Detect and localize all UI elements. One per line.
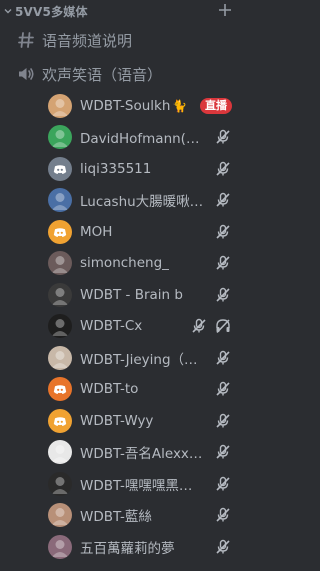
voice-user-name: WDBT-藍絲 <box>80 509 152 526</box>
voice-user-name: MOH <box>80 223 113 240</box>
avatar <box>48 503 72 528</box>
user-status-icons <box>214 248 232 279</box>
voice-user-name: DavidHofmann(喜… <box>80 131 204 148</box>
voice-user-name: WDBT-to <box>80 381 139 398</box>
voice-user-name: WDBT-Soulkh <box>80 97 171 114</box>
avatar <box>48 282 72 307</box>
avatar <box>48 156 72 181</box>
user-status-icons <box>214 468 232 499</box>
mute-icon <box>192 318 206 333</box>
user-status-icons <box>214 374 232 405</box>
mute-icon <box>216 381 230 396</box>
user-status-icons <box>214 500 232 531</box>
voice-user-name: 五百萬蘿莉的夢 <box>80 540 175 557</box>
voice-user-row[interactable]: WDBT-Soulkh 🐈 直播 <box>48 90 236 122</box>
user-status-icons <box>214 405 232 436</box>
voice-user-name: WDBT-Cx <box>80 318 143 335</box>
voice-user-name: WDBT-Jieying（一… <box>80 351 204 368</box>
mute-icon <box>216 413 230 428</box>
mute-icon <box>216 129 230 144</box>
avatar <box>48 471 72 496</box>
avatar <box>48 314 72 339</box>
mute-icon <box>216 539 230 554</box>
live-badge: 直播 <box>200 97 232 114</box>
avatar <box>48 377 72 402</box>
voice-user-row[interactable]: WDBT-吾名Alexx鑽… <box>48 437 236 469</box>
speaker-icon <box>19 68 34 80</box>
user-status-icons <box>214 216 232 247</box>
avatar <box>48 345 72 370</box>
voice-channel[interactable]: 欢声笑语（语音） <box>8 58 236 90</box>
voice-user-row[interactable]: WDBT-嘿嘿嘿黑人-… <box>48 468 236 500</box>
voice-user-name: WDBT-Wyy <box>80 412 154 429</box>
avatar <box>48 251 72 276</box>
add-channel-icon[interactable] <box>217 2 233 18</box>
avatar <box>48 408 72 433</box>
avatar <box>48 188 72 213</box>
avatar <box>48 440 72 465</box>
voice-user-name: simoncheng_ <box>80 255 169 272</box>
avatar <box>48 219 72 244</box>
voice-user-name: WDBT-嘿嘿嘿黑人-… <box>80 477 204 494</box>
hashtag-icon <box>18 32 34 48</box>
mute-icon <box>216 507 230 522</box>
text-channel-name: 语音频道说明 <box>42 31 133 50</box>
voice-user-name: liqi335511 <box>80 160 152 177</box>
user-status-icons <box>214 342 232 373</box>
mute-icon <box>216 350 230 365</box>
text-channel[interactable]: 语音频道说明 <box>8 24 236 56</box>
voice-user-name: WDBT - Brain b <box>80 286 183 303</box>
user-status-icons <box>214 185 232 216</box>
voice-user-row[interactable]: WDBT - Brain b <box>48 279 236 311</box>
voice-channel-name: 欢声笑语（语音） <box>42 65 163 84</box>
mute-icon <box>216 161 230 176</box>
avatar <box>48 93 72 118</box>
voice-user-row[interactable]: 五百萬蘿莉的夢 <box>48 531 236 563</box>
user-status-icons <box>214 153 232 184</box>
voice-user-row[interactable]: simoncheng_ <box>48 248 236 280</box>
voice-user-list: WDBT-Soulkh 🐈 直播 DavidHofmann(喜… liqi335511 L… <box>0 90 244 563</box>
user-status-icons <box>214 531 232 562</box>
cat-emoji-icon: 🐈 <box>172 98 188 113</box>
user-status-icons <box>214 279 232 310</box>
voice-user-row[interactable]: liqi335511 <box>48 153 236 185</box>
mute-icon <box>216 224 230 239</box>
voice-user-row[interactable]: MOH <box>48 216 236 248</box>
mute-icon <box>216 192 230 207</box>
voice-user-row[interactable]: WDBT-藍絲 <box>48 500 236 532</box>
mute-icon <box>216 476 230 491</box>
user-status-icons <box>214 122 232 153</box>
voice-user-name: WDBT-吾名Alexx鑽… <box>80 446 204 463</box>
voice-user-name: Lucashu大腸暖啾… <box>80 194 204 211</box>
avatar <box>48 534 72 559</box>
voice-user-row[interactable]: WDBT-Wyy <box>48 405 236 437</box>
user-status-icons <box>214 437 232 468</box>
deafen-icon <box>216 319 230 334</box>
avatar <box>48 125 72 150</box>
mute-icon <box>216 255 230 270</box>
mute-icon <box>216 287 230 302</box>
user-status-icons: 直播 <box>200 90 232 121</box>
chevron-down-icon <box>4 9 12 14</box>
category-name: 5VV5多媒体 <box>15 4 88 19</box>
mute-icon <box>216 444 230 459</box>
user-status-icons <box>190 311 232 342</box>
category-header[interactable]: 5VV5多媒体 <box>0 0 244 22</box>
voice-user-row[interactable]: DavidHofmann(喜… <box>48 122 236 154</box>
voice-user-row[interactable]: Lucashu大腸暖啾… <box>48 185 236 217</box>
voice-user-row[interactable]: WDBT-Jieying（一… <box>48 342 236 374</box>
voice-user-row[interactable]: WDBT-Cx <box>48 311 236 343</box>
voice-user-row[interactable]: WDBT-to <box>48 374 236 406</box>
